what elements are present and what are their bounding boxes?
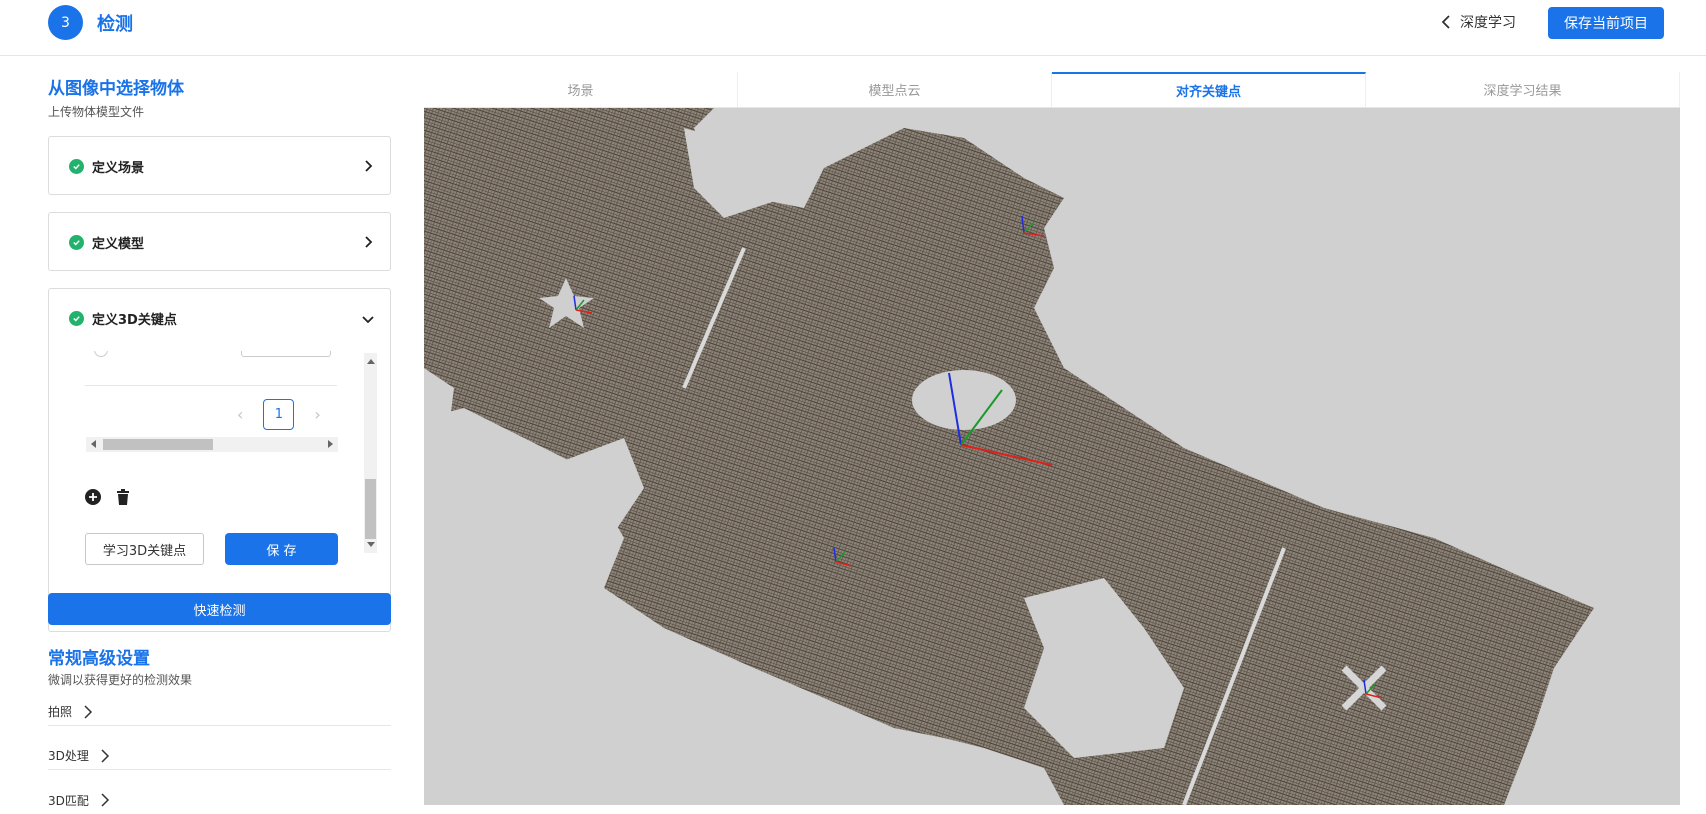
step-card-header[interactable]: 定义3D关键点 <box>69 309 177 328</box>
advanced-item-label: 拍照 <box>48 705 73 719</box>
pagination: ‹ 1 › <box>237 399 321 430</box>
point-cloud-viewer[interactable] <box>424 108 1680 805</box>
horizontal-scrollbar[interactable] <box>86 437 338 452</box>
tab-scene[interactable]: 场景 <box>424 72 738 107</box>
section-subtitle: 上传物体模型文件 <box>48 105 145 119</box>
view-tabs: 场景 模型点云 对齐关键点 深度学习结果 <box>424 72 1680 108</box>
check-circle-icon <box>69 311 84 326</box>
delete-trash-icon[interactable] <box>116 489 130 505</box>
step-card-define-scene[interactable]: 定义场景 <box>48 136 391 195</box>
page-number[interactable]: 1 <box>263 399 295 430</box>
back-to-deep-learning-link[interactable]: 深度学习 <box>1440 12 1516 32</box>
scroll-right-icon[interactable] <box>328 440 333 448</box>
learn-3d-keypoints-button[interactable]: 学习3D关键点 <box>85 533 204 565</box>
chevron-right-icon <box>101 748 109 763</box>
top-header: 3 检测 深度学习 保存当前项目 <box>0 0 1706 56</box>
chevron-down-icon[interactable] <box>362 313 374 325</box>
tab-align-keypoints[interactable]: 对齐关键点 <box>1052 72 1366 107</box>
page-title: 检测 <box>97 14 133 35</box>
radio-button[interactable] <box>94 351 108 357</box>
advanced-item-3d-processing[interactable]: 3D处理 <box>48 742 391 770</box>
chevron-left-icon <box>1441 15 1450 29</box>
tab-model-point-cloud[interactable]: 模型点云 <box>738 72 1052 107</box>
scrollbar-thumb[interactable] <box>365 479 376 539</box>
step-label: 定义3D关键点 <box>92 313 177 328</box>
quick-detect-button[interactable]: 快速检测 <box>48 593 391 625</box>
table-input-fragment[interactable] <box>241 351 331 357</box>
prev-page-icon[interactable]: ‹ <box>237 405 243 424</box>
advanced-settings-title: 常规高级设置 <box>48 649 150 669</box>
section-title: 从图像中选择物体 <box>48 79 184 99</box>
point-cloud-canvas <box>424 108 1594 805</box>
advanced-item-3d-matching[interactable]: 3D匹配 <box>48 786 391 814</box>
scroll-down-icon[interactable] <box>367 542 375 547</box>
scroll-up-icon[interactable] <box>367 359 375 364</box>
scrollbar-thumb[interactable] <box>103 439 213 450</box>
advanced-item-capture[interactable]: 拍照 <box>48 698 391 726</box>
save-keypoints-button[interactable]: 保 存 <box>225 533 338 565</box>
step-card-define-3d-keypoints: 定义3D关键点 ‹ 1 › 学习3D关键点 保 存 <box>48 288 391 632</box>
row-divider <box>85 385 337 386</box>
step-label: 定义模型 <box>92 237 145 252</box>
hole <box>912 370 1016 430</box>
scroll-left-icon[interactable] <box>91 440 96 448</box>
add-keypoint-icon[interactable] <box>85 489 101 505</box>
step-label: 定义场景 <box>92 161 145 176</box>
chevron-right-icon <box>365 160 373 172</box>
advanced-settings-subtitle: 微调以获得更好的检测效果 <box>48 673 193 687</box>
step-card-define-model[interactable]: 定义模型 <box>48 212 391 271</box>
step-number-badge: 3 <box>48 5 83 40</box>
back-link-label: 深度学习 <box>1460 15 1516 31</box>
check-circle-icon <box>69 235 84 250</box>
advanced-item-label: 3D处理 <box>48 749 89 763</box>
save-project-button[interactable]: 保存当前项目 <box>1548 7 1664 39</box>
left-panel: 从图像中选择物体 上传物体模型文件 定义场景 定义模型 定义3D关键点 ‹ 1 … <box>48 56 391 808</box>
advanced-item-label: 3D匹配 <box>48 793 89 808</box>
tab-deep-learning-results[interactable]: 深度学习结果 <box>1366 72 1680 107</box>
chevron-right-icon <box>84 704 93 719</box>
vertical-scrollbar[interactable] <box>364 353 377 553</box>
chevron-right-icon <box>365 236 373 248</box>
check-circle-icon <box>69 159 84 174</box>
next-page-icon[interactable]: › <box>314 405 320 424</box>
